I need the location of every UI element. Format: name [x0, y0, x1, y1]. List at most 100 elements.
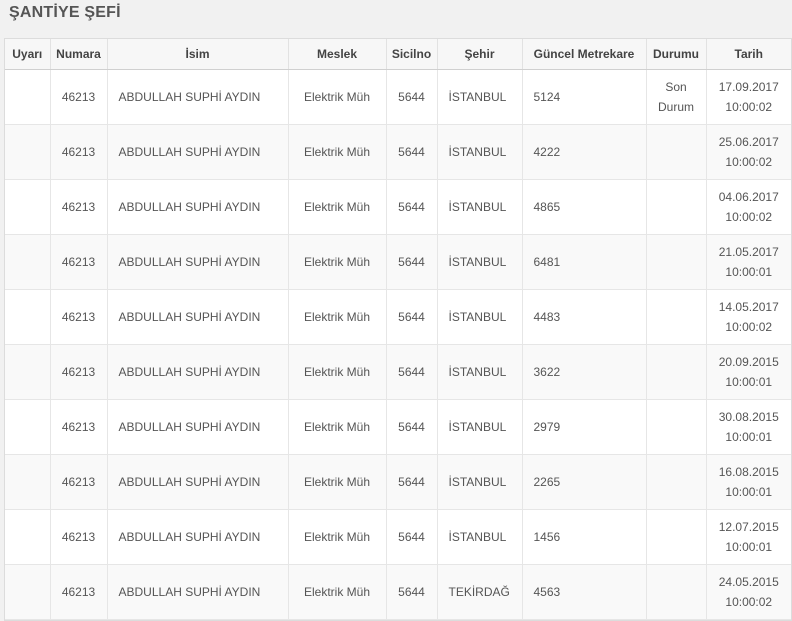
tarih-time: 10:00:01: [725, 485, 773, 499]
cell-tarih: 30.08.2015 10:00:01: [706, 399, 791, 455]
cell-uyari: [5, 399, 51, 455]
table-row[interactable]: 46213 ABDULLAH SUPHİ AYDIN Elektrik Müh …: [5, 564, 791, 620]
table-row[interactable]: 46213 ABDULLAH SUPHİ AYDIN Elektrik Müh …: [5, 69, 791, 125]
cell-isim: ABDULLAH SUPHİ AYDIN: [107, 179, 289, 235]
cell-metrekare: 4563: [522, 564, 647, 620]
cell-numara: 46213: [50, 69, 108, 125]
cell-metrekare: 3622: [522, 344, 647, 400]
cell-metrekare: 5124: [522, 69, 647, 125]
cell-isim: ABDULLAH SUPHİ AYDIN: [107, 234, 289, 290]
cell-sehir: İSTANBUL: [437, 289, 523, 345]
cell-sicilno: 5644: [386, 179, 438, 235]
cell-uyari: [5, 234, 51, 290]
table-row[interactable]: 46213 ABDULLAH SUPHİ AYDIN Elektrik Müh …: [5, 509, 791, 565]
cell-sehir: İSTANBUL: [437, 509, 523, 565]
cell-uyari: [5, 69, 51, 125]
cell-numara: 46213: [50, 344, 108, 400]
tarih-time: 10:00:02: [725, 100, 773, 114]
cell-tarih: 16.08.2015 10:00:01: [706, 454, 791, 510]
column-header-numara[interactable]: Numara: [50, 39, 108, 70]
cell-uyari: [5, 454, 51, 510]
cell-uyari: [5, 509, 51, 565]
cell-meslek: Elektrik Müh: [288, 509, 387, 565]
cell-tarih: 14.05.2017 10:00:02: [706, 289, 791, 345]
tarih-date: 21.05.2017: [718, 245, 779, 259]
cell-durum: [646, 509, 707, 565]
cell-meslek: Elektrik Müh: [288, 179, 387, 235]
cell-uyari: [5, 564, 51, 620]
cell-sicilno: 5644: [386, 454, 438, 510]
cell-isim: ABDULLAH SUPHİ AYDIN: [107, 509, 289, 565]
cell-numara: 46213: [50, 564, 108, 620]
cell-isim: ABDULLAH SUPHİ AYDIN: [107, 344, 289, 400]
cell-durum: Son Durum: [646, 69, 707, 125]
table-row[interactable]: 46213 ABDULLAH SUPHİ AYDIN Elektrik Müh …: [5, 124, 791, 180]
cell-sehir: İSTANBUL: [437, 344, 523, 400]
cell-tarih: 25.06.2017 10:00:02: [706, 124, 791, 180]
cell-numara: 46213: [50, 289, 108, 345]
records-table-container: Uyarı Numara İsim Meslek Sicilno Şehir G…: [4, 38, 792, 621]
cell-uyari: [5, 179, 51, 235]
tarih-time: 10:00:01: [725, 375, 773, 389]
column-header-isim[interactable]: İsim: [107, 39, 289, 70]
table-row[interactable]: 46213 ABDULLAH SUPHİ AYDIN Elektrik Müh …: [5, 179, 791, 235]
cell-meslek: Elektrik Müh: [288, 399, 387, 455]
cell-metrekare: 4865: [522, 179, 647, 235]
cell-numara: 46213: [50, 509, 108, 565]
table-row[interactable]: 46213 ABDULLAH SUPHİ AYDIN Elektrik Müh …: [5, 289, 791, 345]
tarih-time: 10:00:02: [725, 595, 773, 609]
cell-tarih: 20.09.2015 10:00:01: [706, 344, 791, 400]
durum-line-1: Son: [665, 80, 687, 94]
table-row[interactable]: 46213 ABDULLAH SUPHİ AYDIN Elektrik Müh …: [5, 344, 791, 400]
cell-isim: ABDULLAH SUPHİ AYDIN: [107, 289, 289, 345]
cell-durum: [646, 234, 707, 290]
cell-sicilno: 5644: [386, 234, 438, 290]
table-row[interactable]: 46213 ABDULLAH SUPHİ AYDIN Elektrik Müh …: [5, 454, 791, 510]
cell-numara: 46213: [50, 399, 108, 455]
cell-sehir: İSTANBUL: [437, 454, 523, 510]
cell-sicilno: 5644: [386, 124, 438, 180]
column-header-sehir[interactable]: Şehir: [437, 39, 523, 70]
column-header-uyari[interactable]: Uyarı: [5, 39, 51, 70]
cell-meslek: Elektrik Müh: [288, 234, 387, 290]
tarih-time: 10:00:01: [725, 540, 773, 554]
cell-isim: ABDULLAH SUPHİ AYDIN: [107, 399, 289, 455]
cell-isim: ABDULLAH SUPHİ AYDIN: [107, 69, 289, 125]
cell-sicilno: 5644: [386, 399, 438, 455]
table-row[interactable]: 46213 ABDULLAH SUPHİ AYDIN Elektrik Müh …: [5, 234, 791, 290]
cell-uyari: [5, 344, 51, 400]
cell-durum: [646, 564, 707, 620]
cell-sehir: İSTANBUL: [437, 69, 523, 125]
cell-uyari: [5, 289, 51, 345]
cell-sicilno: 5644: [386, 509, 438, 565]
tarih-time: 10:00:01: [725, 265, 773, 279]
cell-numara: 46213: [50, 179, 108, 235]
column-header-durumu[interactable]: Durumu: [646, 39, 707, 70]
column-header-tarih[interactable]: Tarih: [706, 39, 791, 70]
tarih-date: 20.09.2015: [718, 355, 779, 369]
table-header: Uyarı Numara İsim Meslek Sicilno Şehir G…: [5, 39, 791, 70]
column-header-guncel-metrekare[interactable]: Güncel Metrekare: [522, 39, 647, 70]
cell-metrekare: 1456: [522, 509, 647, 565]
tarih-date: 24.05.2015: [718, 575, 779, 589]
cell-metrekare: 6481: [522, 234, 647, 290]
cell-durum: [646, 454, 707, 510]
cell-isim: ABDULLAH SUPHİ AYDIN: [107, 124, 289, 180]
tarih-time: 10:00:02: [725, 210, 773, 224]
cell-numara: 46213: [50, 234, 108, 290]
cell-sehir: İSTANBUL: [437, 234, 523, 290]
tarih-time: 10:00:02: [725, 320, 773, 334]
cell-durum: [646, 124, 707, 180]
cell-durum: [646, 179, 707, 235]
cell-tarih: 04.06.2017 10:00:02: [706, 179, 791, 235]
table-row[interactable]: 46213 ABDULLAH SUPHİ AYDIN Elektrik Müh …: [5, 399, 791, 455]
cell-metrekare: 4483: [522, 289, 647, 345]
column-header-meslek[interactable]: Meslek: [288, 39, 387, 70]
cell-sicilno: 5644: [386, 69, 438, 125]
cell-meslek: Elektrik Müh: [288, 69, 387, 125]
column-header-sicilno[interactable]: Sicilno: [386, 39, 438, 70]
cell-numara: 46213: [50, 454, 108, 510]
cell-tarih: 12.07.2015 10:00:01: [706, 509, 791, 565]
cell-numara: 46213: [50, 124, 108, 180]
cell-metrekare: 4222: [522, 124, 647, 180]
